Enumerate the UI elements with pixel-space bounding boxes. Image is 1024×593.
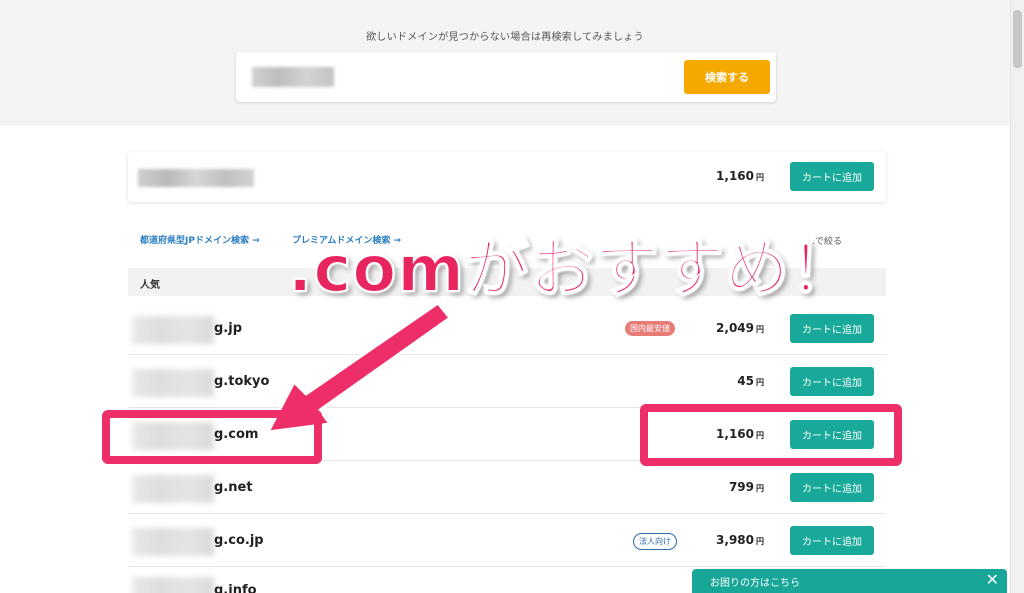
domain-highlight-box: [102, 410, 322, 464]
help-bar[interactable]: お困りの方はこちら ✕: [692, 569, 1007, 593]
annotation-headline: .comがおすすめ！: [287, 232, 855, 308]
close-icon[interactable]: ✕: [986, 570, 999, 589]
help-label[interactable]: お困りの方はこちら: [710, 574, 800, 589]
price-highlight-box: [640, 404, 902, 466]
